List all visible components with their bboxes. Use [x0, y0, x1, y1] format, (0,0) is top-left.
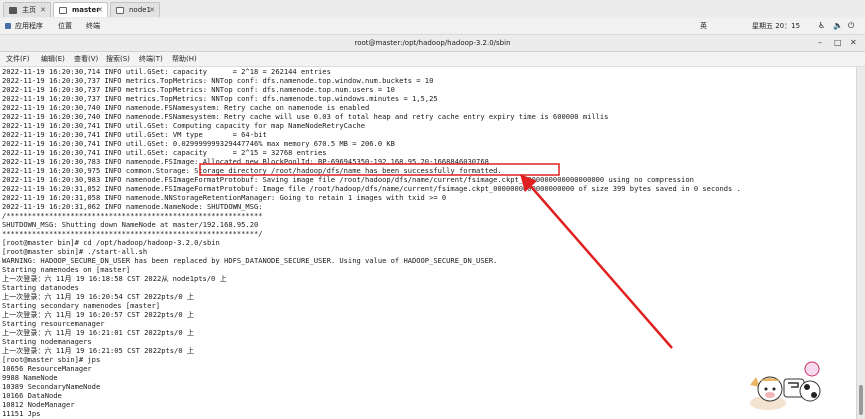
terminal-line: 2022-11-19 16:20:30,741 INFO util.GSet: … [2, 130, 267, 139]
minimize-button[interactable]: – [818, 35, 822, 51]
terminal-line: 2022-11-19 16:20:31,062 INFO namenode.Na… [2, 202, 263, 211]
menu-edit[interactable]: 编辑(E) [41, 52, 65, 66]
accessibility-icon[interactable]: ♿ [818, 18, 825, 34]
top-panel: 应用程序 位置 终端 英 星期五 20：15 ♿ 🔈 ⏻ [0, 18, 865, 35]
terminal-output[interactable]: 2022-11-19 16:20:30,714 INFO util.GSet: … [0, 67, 856, 419]
terminal-line: 2022-11-19 16:20:30,737 INFO metrics.Top… [2, 85, 395, 94]
menu-view[interactable]: 查看(V) [74, 52, 98, 66]
terminal-menubar: 文件(F) 编辑(E) 查看(V) 搜索(S) 终端(T) 帮助(H) [0, 52, 865, 67]
terminal-line: 上一次登录：六 11月 19 16:20:54 CST 2022pts/0 上 [2, 292, 194, 301]
menu-file[interactable]: 文件(F) [6, 52, 30, 66]
terminal-icon [59, 7, 67, 14]
terminal-line: 2022-11-19 16:20:30,714 INFO util.GSet: … [2, 67, 331, 76]
terminal-line: 上一次登录：六 11月 19 16:21:05 CST 2022pts/0 上 [2, 346, 194, 355]
maximize-button[interactable]: □ [834, 35, 842, 51]
apps-icon [5, 23, 11, 29]
tab-label: 主页 [22, 6, 36, 14]
close-icon[interactable]: ✕ [97, 3, 103, 18]
tab-node1[interactable]: node1 ✕ [110, 2, 160, 17]
terminal-line: 上一次登录：六 11月 19 16:18:58 CST 2022从 node1p… [2, 274, 227, 283]
cow-mascot-sticker [750, 361, 821, 410]
terminal-line: 2022-11-19 16:20:30,741 INFO util.GSet: … [2, 148, 327, 157]
power-icon[interactable]: ⏻ [848, 18, 854, 34]
terminal-line: 上一次登录：六 11月 19 16:20:57 CST 2022pts/0 上 [2, 310, 194, 319]
tab-master[interactable]: master ✕ [53, 2, 108, 17]
close-icon[interactable]: ✕ [40, 3, 46, 18]
terminal-line: [root@master bin]# cd /opt/hadoop/hadoop… [2, 238, 220, 247]
menu-terminal[interactable]: 终端(T) [139, 52, 163, 66]
terminal-line: ****************************************… [2, 229, 263, 238]
input-method-indicator[interactable]: 英 [700, 18, 707, 34]
terminal-line: 2022-11-19 16:20:30,975 INFO common.Stor… [2, 166, 502, 175]
close-icon[interactable]: ✕ [149, 3, 155, 18]
terminal-icon [116, 7, 124, 14]
terminal-line: 2022-11-19 16:20:30,737 INFO metrics.Top… [2, 94, 438, 103]
terminal-line: /***************************************… [2, 211, 263, 220]
terminal-line: 2022-11-19 16:20:30,740 INFO namenode.FS… [2, 103, 370, 112]
terminal-line: 2022-11-19 16:20:31,052 INFO namenode.FS… [2, 184, 741, 193]
window-title: root@master:/opt/hadoop/hadoop-3.2.0/sbi… [354, 39, 511, 47]
terminal-scrollbar[interactable] [856, 67, 865, 419]
menu-search[interactable]: 搜索(S) [106, 52, 130, 66]
places-menu[interactable]: 位置 [58, 18, 72, 34]
browser-tab-bar: 主页 ✕ master ✕ node1 ✕ [0, 0, 865, 19]
tab-home[interactable]: 主页 ✕ [3, 2, 51, 17]
terminal-menu[interactable]: 终端 [86, 18, 100, 34]
terminal-line: 9988 NameNode [2, 373, 58, 382]
menu-help[interactable]: 帮助(H) [172, 52, 197, 66]
tab-label: master [72, 6, 100, 14]
scrollbar-thumb[interactable] [859, 385, 863, 415]
terminal-line: Starting secondary namenodes [master] [2, 301, 161, 310]
window-titlebar: root@master:/opt/hadoop/hadoop-3.2.0/sbi… [0, 35, 865, 52]
terminal-line: Starting datanodes [2, 283, 79, 292]
volume-icon[interactable]: 🔈 [833, 18, 843, 34]
clock[interactable]: 星期五 20：15 [752, 18, 800, 34]
terminal-line: 上一次登录：六 11月 19 16:21:01 CST 2022pts/0 上 [2, 328, 194, 337]
terminal-line: 2022-11-19 16:20:30,741 INFO util.GSet: … [2, 139, 395, 148]
tab-label: node1 [129, 6, 151, 14]
terminal-line: 11151 Jps [2, 409, 41, 418]
terminal-line: Starting namenodes on [master] [2, 265, 131, 274]
home-icon [9, 7, 17, 14]
terminal-line: WARNING: HADOOP_SECURE_DN_USER has been … [2, 256, 498, 265]
terminal-line: Starting resourcemanager [2, 319, 105, 328]
applications-menu[interactable]: 应用程序 [15, 18, 43, 34]
terminal-line: 2022-11-19 16:20:30,983 INFO namenode.FS… [2, 175, 694, 184]
terminal-line: 2022-11-19 16:20:30,737 INFO metrics.Top… [2, 76, 434, 85]
terminal-line: Starting nodemanagers [2, 337, 92, 346]
terminal-line: 10389 SecondaryNameNode [2, 382, 101, 391]
terminal-line: 2022-11-19 16:20:30,783 INFO namenode.FS… [2, 157, 489, 166]
terminal-line: 2022-11-19 16:20:30,741 INFO util.GSet: … [2, 121, 366, 130]
terminal-line: SHUTDOWN_MSG: Shutting down NameNode at … [2, 220, 259, 229]
close-button[interactable]: ✕ [850, 35, 857, 51]
terminal-line: [root@master sbin]# jps [2, 355, 101, 364]
terminal-line: 10166 DataNode [2, 391, 62, 400]
terminal-line: 2022-11-19 16:20:31,058 INFO namenode.NN… [2, 193, 447, 202]
terminal-line: [root@master sbin]# ./start-all.sh [2, 247, 148, 256]
terminal-line: 10656 ResourceManager [2, 364, 92, 373]
terminal-line: 10812 NodeManager [2, 400, 75, 409]
terminal-line: 2022-11-19 16:20:30,740 INFO namenode.FS… [2, 112, 609, 121]
